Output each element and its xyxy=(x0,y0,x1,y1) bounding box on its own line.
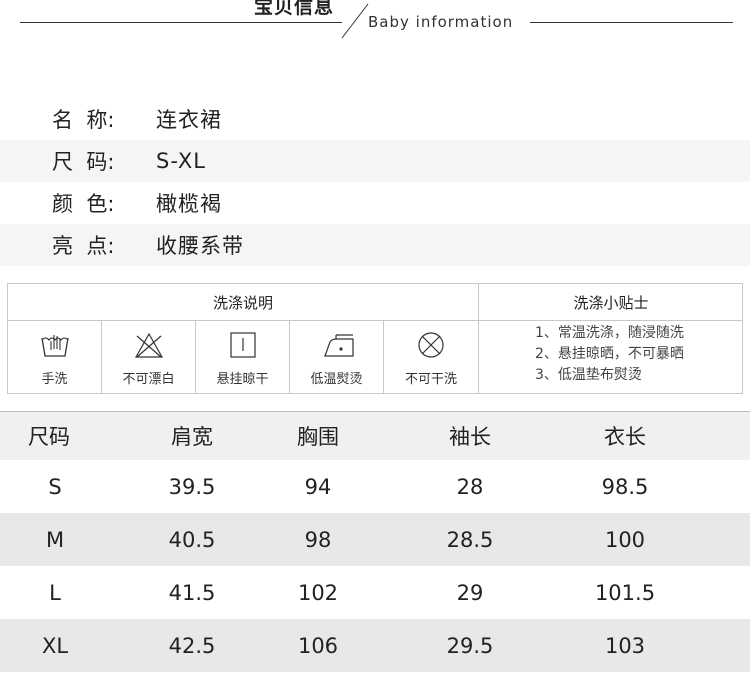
header-cell: 尺码 xyxy=(28,425,70,449)
hand-wash-icon xyxy=(41,335,69,357)
section-subtitle: Baby information xyxy=(368,13,514,31)
table-row: XL 42.5 106 29.5 103 xyxy=(0,619,750,672)
info-label: 颜 色: xyxy=(52,192,115,216)
header-cell: 胸围 xyxy=(297,425,339,449)
table-cell: 102 xyxy=(297,580,339,605)
wash-tips-list: 1、常温洗涤，随浸随洗 2、悬挂晾晒，不可暴晒 3、低温垫布熨烫 xyxy=(478,320,742,393)
table-cell: L xyxy=(49,580,61,605)
table-cell: 29.5 xyxy=(446,633,494,658)
info-row-name: 名 称: 连衣裙 xyxy=(0,98,750,140)
info-value: 收腰系带 xyxy=(156,234,244,258)
table-cell: M xyxy=(45,527,65,552)
size-table-header: 尺码 肩宽 胸围 袖长 衣长 xyxy=(0,411,750,460)
table-cell: 39.5 xyxy=(168,474,216,499)
wash-instructions-title: 洗涤说明 xyxy=(8,284,478,321)
table-row: L 41.5 102 29 101.5 xyxy=(0,566,750,619)
table-cell: 29 xyxy=(456,580,484,605)
header-rule-right xyxy=(530,22,733,23)
hang-dry-icon xyxy=(230,332,256,358)
header-rule-left xyxy=(20,22,342,23)
wash-label: 悬挂晾干 xyxy=(216,372,269,387)
table-cell: 40.5 xyxy=(168,527,216,552)
table-cell: 98 xyxy=(304,527,332,552)
wash-cell-low-iron: 低温熨烫 xyxy=(290,320,384,393)
table-cell: 94 xyxy=(304,474,332,499)
info-value: 橄榄褐 xyxy=(156,192,222,216)
table-cell: S xyxy=(48,474,62,499)
size-table: 尺码 肩宽 胸围 袖长 衣长 S 39.5 94 28 98.5 M 40.5 … xyxy=(0,411,750,672)
info-label: 名 称: xyxy=(52,108,115,132)
section-header: 宝贝信息 Baby information xyxy=(0,0,750,45)
table-cell: 28 xyxy=(456,474,484,499)
wash-tip: 2、悬挂晾晒，不可暴晒 xyxy=(535,346,684,362)
table-row: S 39.5 94 28 98.5 xyxy=(0,460,750,513)
wash-cell-hang-dry: 悬挂晾干 xyxy=(196,320,290,393)
wash-label: 不可漂白 xyxy=(122,372,175,387)
info-label: 亮 点: xyxy=(52,234,115,258)
header-cell: 肩宽 xyxy=(171,425,213,449)
info-value: S-XL xyxy=(156,149,206,173)
info-label: 尺 码: xyxy=(52,150,115,174)
wash-cell-hand-wash: 手洗 xyxy=(8,320,102,393)
info-row-highlight: 亮 点: 收腰系带 xyxy=(0,224,750,266)
info-value: 连衣裙 xyxy=(156,108,222,132)
wash-cell-no-bleach: 不可漂白 xyxy=(102,320,196,393)
table-cell: 41.5 xyxy=(168,580,216,605)
table-cell: XL xyxy=(41,633,69,658)
low-iron-icon xyxy=(324,334,354,357)
table-cell: 103 xyxy=(604,633,646,658)
header-cell: 袖长 xyxy=(449,425,491,449)
no-bleach-icon xyxy=(134,332,164,358)
table-cell: 42.5 xyxy=(168,633,216,658)
wash-care-table: 洗涤说明 洗涤小贴士 手洗 不可漂白 悬挂晾干 低温熨烫 不可干洗 1、常温洗涤… xyxy=(7,283,743,394)
wash-cell-no-dry-clean: 不可干洗 xyxy=(384,320,478,393)
table-row: M 40.5 98 28.5 100 xyxy=(0,513,750,566)
wash-tips-title: 洗涤小贴士 xyxy=(478,284,743,321)
info-row-size: 尺 码: S-XL xyxy=(0,140,750,182)
table-cell: 28.5 xyxy=(446,527,494,552)
header-cell: 衣长 xyxy=(604,425,646,449)
no-tumble-dry-icon xyxy=(418,332,444,358)
wash-label: 不可干洗 xyxy=(404,372,457,387)
info-row-color: 颜 色: 橄榄褐 xyxy=(0,182,750,224)
table-cell: 100 xyxy=(604,527,646,552)
wash-tip: 1、常温洗涤，随浸随洗 xyxy=(535,325,684,341)
wash-label: 低温熨烫 xyxy=(310,372,363,387)
table-cell: 106 xyxy=(297,633,339,658)
section-title: 宝贝信息 xyxy=(254,0,335,18)
table-cell: 101.5 xyxy=(594,580,656,605)
table-cell: 98.5 xyxy=(601,474,649,499)
product-info-list: 名 称: 连衣裙 尺 码: S-XL 颜 色: 橄榄褐 亮 点: 收腰系带 xyxy=(0,98,750,266)
header-slash xyxy=(341,3,369,39)
wash-tip: 3、低温垫布熨烫 xyxy=(535,367,642,383)
wash-label: 手洗 xyxy=(41,372,68,387)
